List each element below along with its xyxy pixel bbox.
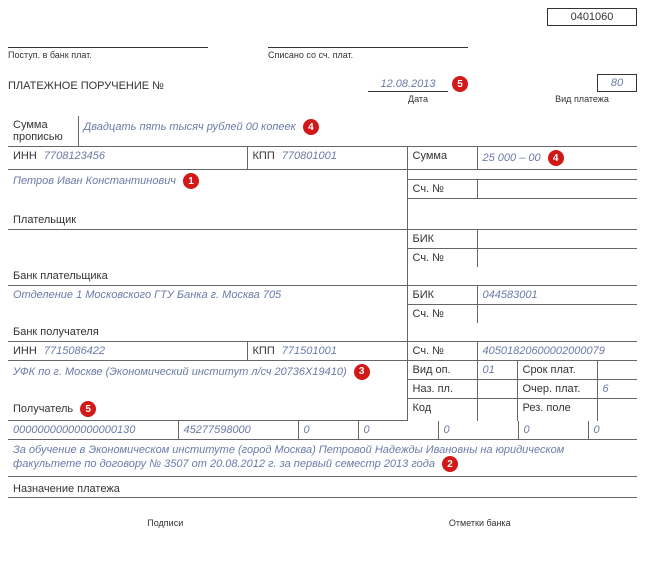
payer-inn-label: ИНН (13, 150, 37, 162)
ocher-value: 6 (603, 383, 609, 395)
marker-2: 2 (442, 456, 458, 472)
recipient-name-value: УФК по г. Москве (Экономический институт… (13, 365, 347, 377)
marker-3: 3 (354, 364, 370, 380)
payer-kpp-label: КПП (253, 150, 275, 162)
bank-out-label: Списано со сч. плат. (268, 50, 468, 60)
marker-4b: 4 (548, 150, 564, 166)
code-4: 0 (358, 421, 438, 440)
recipient-inn-value: 7715086422 (44, 345, 105, 357)
bank-marks-label: Отметки банка (323, 518, 638, 528)
recipient-bank-value: Отделение 1 Московского ГТУ Банка г. Мос… (13, 289, 281, 301)
recipient-bik-label: БИК (407, 285, 477, 304)
code-5: 0 (438, 421, 518, 440)
code-1: 00000000000000000130 (8, 421, 178, 440)
code-7: 0 (588, 421, 637, 440)
form-code-box: 0401060 (547, 8, 637, 26)
paytype-caption: Вид платежа (527, 94, 637, 104)
recipient-acct-label: Сч. № (407, 304, 477, 323)
date-caption: Дата (368, 94, 468, 104)
payer-bank-label: Банк плательщика (8, 267, 407, 286)
code-3: 0 (298, 421, 358, 440)
recipient-acct-value: 40501820600002000079 (483, 345, 605, 357)
payer-name-value: Петров Иван Константинович (13, 175, 176, 187)
recipient-acct-label2: Сч. № (407, 341, 477, 360)
vid-op-value: 01 (483, 364, 495, 376)
signatures-label: Подписи (8, 518, 323, 528)
recipient-bik-value: 044583001 (483, 289, 538, 301)
code-2: 45277598000 (178, 421, 298, 440)
payer-sum-value: 25 000 – 00 (483, 152, 541, 164)
purpose-text: За обучение в Экономическом институте (г… (13, 444, 564, 470)
payer-inn-value: 7708123456 (44, 150, 105, 162)
recipient-bank-label: Банк получателя (8, 323, 407, 342)
payer-acct-label2: Сч. № (407, 248, 477, 267)
rez-label: Рез. поле (517, 398, 597, 421)
sum-words-label: Сумма прописью (8, 116, 78, 147)
paytype-value: 80 (597, 74, 637, 92)
payer-sum-label: Сумма (407, 147, 477, 170)
recipient-label: Получатель (13, 403, 73, 415)
date-value: 12.08.2013 (368, 78, 448, 92)
vid-op-label: Вид оп. (407, 360, 477, 379)
purpose-label: Назначение платежа (13, 483, 120, 495)
ocher-label: Очер. плат. (517, 379, 597, 398)
sum-words-value: Двадцать пять тысяч рублей 00 копеек (84, 121, 296, 133)
marker-5a: 5 (452, 76, 468, 92)
doc-title: ПЛАТЕЖНОЕ ПОРУЧЕНИЕ № (8, 80, 228, 92)
payer-acct-label: Сч. № (407, 180, 477, 199)
code-6: 0 (518, 421, 588, 440)
recipient-kpp-label: КПП (253, 345, 275, 357)
bank-out-field (268, 34, 468, 48)
marker-4a: 4 (303, 119, 319, 135)
bank-in-field (8, 34, 208, 48)
marker-5b: 5 (80, 401, 96, 417)
kod-label: Код (407, 398, 477, 421)
marker-1: 1 (183, 173, 199, 189)
payer-bik-label: БИК (407, 229, 477, 248)
srok-label: Срок плат. (517, 360, 597, 379)
recipient-inn-label: ИНН (13, 345, 37, 357)
payer-label: Плательщик (8, 199, 407, 230)
payer-kpp-value: 770801001 (282, 150, 337, 162)
payment-table: Сумма прописью Двадцать пять тысяч рубле… (8, 116, 637, 421)
naz-pl-label: Наз. пл. (407, 379, 477, 398)
bank-in-label: Поступ. в банк плат. (8, 50, 208, 60)
codes-row: 00000000000000000130 45277598000 0 0 0 0… (8, 421, 637, 440)
recipient-kpp-value: 771501001 (282, 345, 337, 357)
